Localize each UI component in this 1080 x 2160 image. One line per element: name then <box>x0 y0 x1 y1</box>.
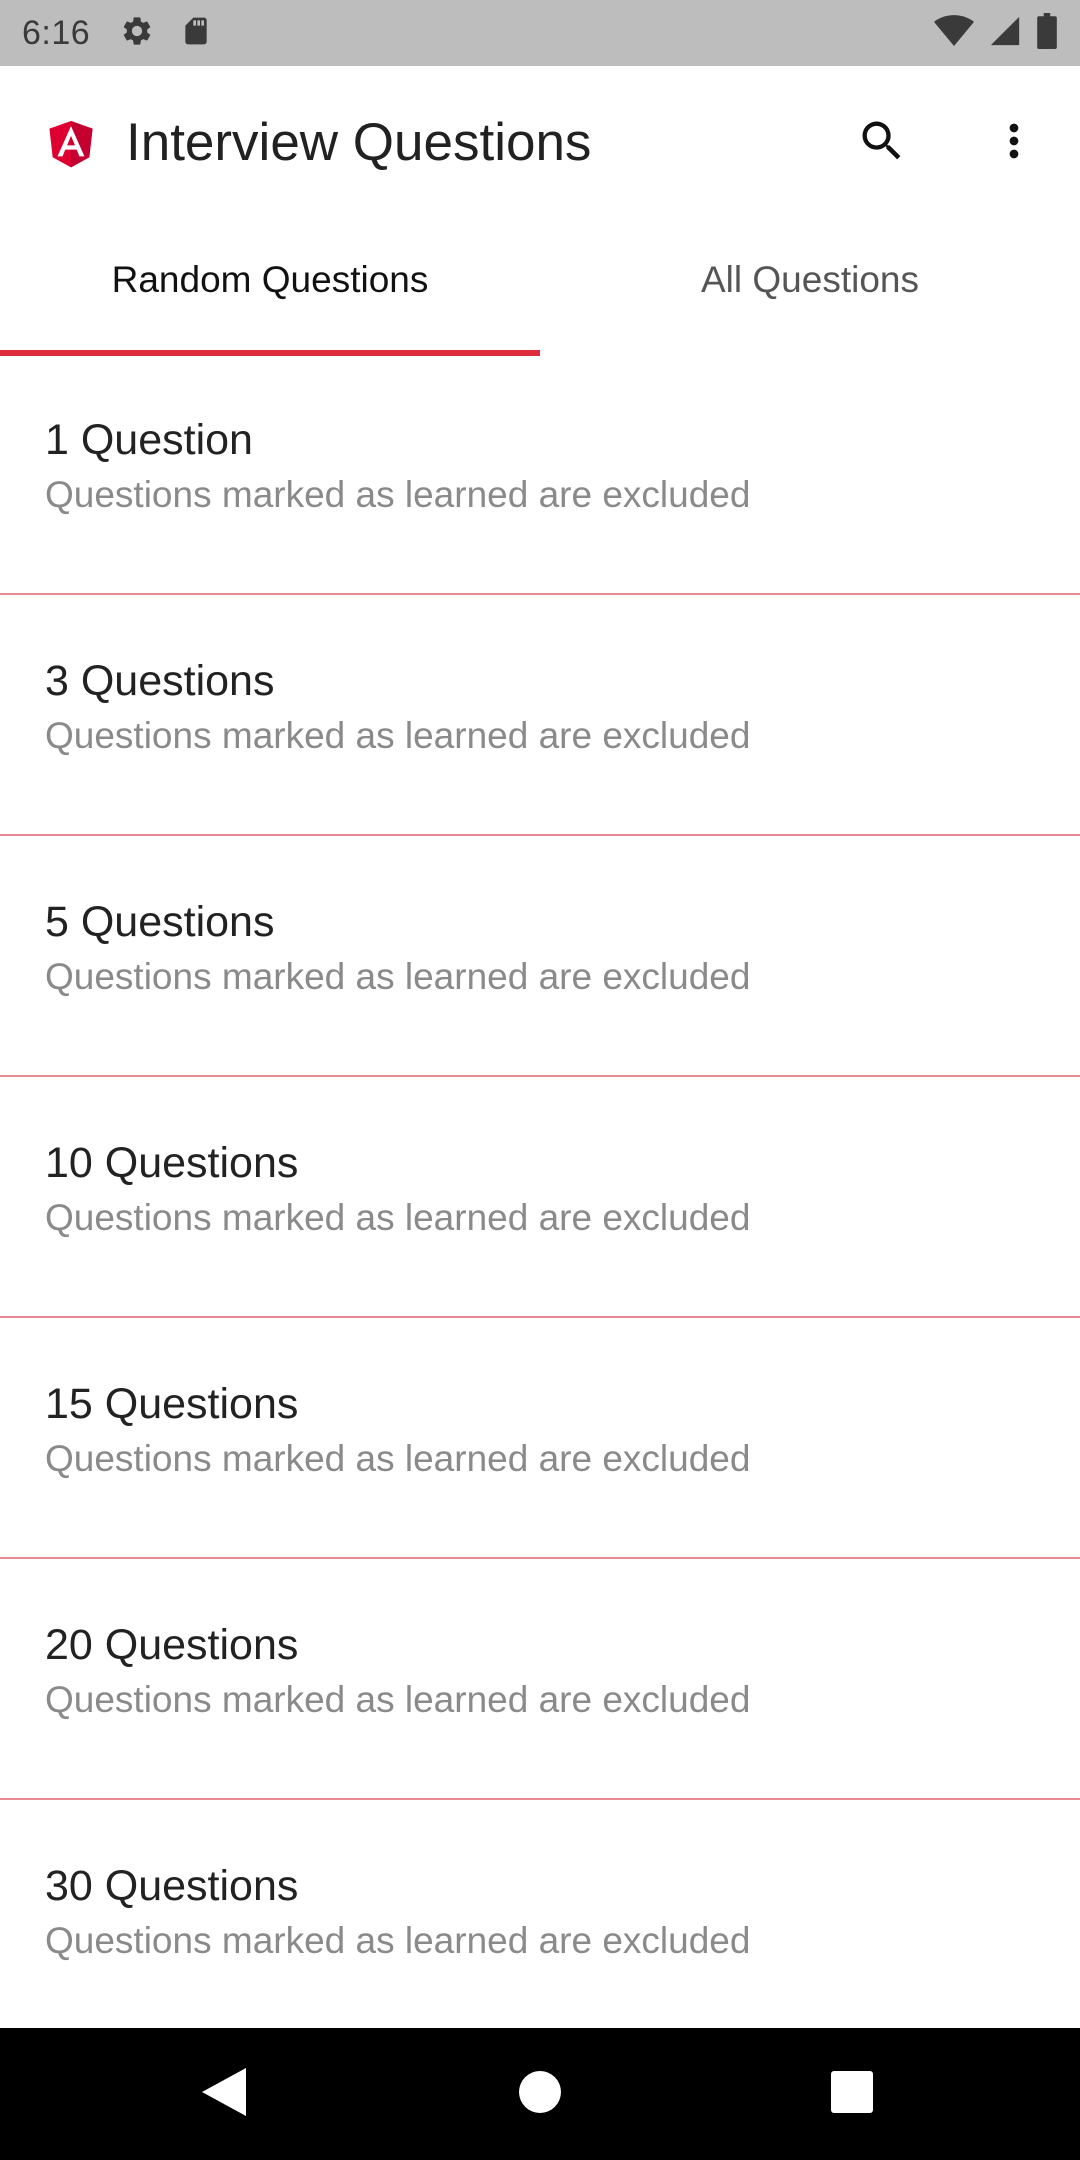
tab-random-questions[interactable]: Random Questions <box>0 220 540 356</box>
item-title: 10 Questions <box>45 1139 299 1187</box>
tab-label: Random Questions <box>111 259 429 300</box>
list-item[interactable]: 3 Questions Questions marked as learned … <box>0 595 1080 836</box>
home-button[interactable] <box>508 2062 572 2126</box>
status-right-icons <box>934 0 1058 66</box>
item-subtitle: Questions marked as learned are excluded <box>45 956 751 997</box>
list-item[interactable]: 15 Questions Questions marked as learned… <box>0 1318 1080 1559</box>
tab-all-questions[interactable]: All Questions <box>540 220 1080 354</box>
app-bar: Interview Questions <box>0 66 1080 220</box>
item-subtitle: Questions marked as learned are excluded <box>45 1197 751 1238</box>
list-item[interactable]: 20 Questions Questions marked as learned… <box>0 1559 1080 1800</box>
item-title: 1 Question <box>45 416 253 464</box>
cellular-signal-icon <box>988 14 1022 53</box>
sd-card-icon <box>180 14 212 53</box>
item-subtitle: Questions marked as learned are excluded <box>45 474 751 515</box>
wifi-icon <box>934 14 974 53</box>
tab-label: All Questions <box>701 259 919 300</box>
item-subtitle: Questions marked as learned are excluded <box>45 1920 751 1961</box>
back-button[interactable] <box>192 2062 256 2126</box>
search-button[interactable] <box>849 110 915 176</box>
item-title: 15 Questions <box>45 1380 299 1428</box>
home-icon <box>519 2070 561 2118</box>
angular-logo-icon <box>42 113 100 173</box>
item-title: 3 Questions <box>45 657 275 705</box>
item-title: 30 Questions <box>45 1862 299 1910</box>
battery-icon <box>1036 12 1058 54</box>
tab-bar: Random Questions All Questions <box>0 220 1080 356</box>
item-subtitle: Questions marked as learned are excluded <box>45 1438 751 1479</box>
status-time: 6:16 <box>22 13 91 52</box>
item-title: 20 Questions <box>45 1621 299 1669</box>
app-title: Interview Questions <box>126 113 592 172</box>
recents-icon <box>831 2070 873 2118</box>
search-icon <box>856 115 908 172</box>
list-item[interactable]: 5 Questions Questions marked as learned … <box>0 836 1080 1077</box>
more-options-button[interactable] <box>981 110 1047 176</box>
list-item[interactable]: 10 Questions Questions marked as learned… <box>0 1077 1080 1318</box>
system-nav-bar <box>0 2028 1080 2160</box>
item-subtitle: Questions marked as learned are excluded <box>45 715 751 756</box>
settings-icon <box>120 14 154 53</box>
more-vert-icon <box>988 115 1040 172</box>
item-subtitle: Questions marked as learned are excluded <box>45 1679 751 1720</box>
status-left-icons <box>120 14 212 53</box>
list-item[interactable]: 1 Question Questions marked as learned a… <box>0 354 1080 595</box>
recents-button[interactable] <box>820 2062 884 2126</box>
item-title: 5 Questions <box>45 898 275 946</box>
back-icon <box>202 2067 246 2121</box>
question-count-list: 1 Question Questions marked as learned a… <box>0 354 1080 2041</box>
list-item[interactable]: 30 Questions Questions marked as learned… <box>0 1800 1080 2041</box>
status-bar: 6:16 <box>0 0 1080 66</box>
